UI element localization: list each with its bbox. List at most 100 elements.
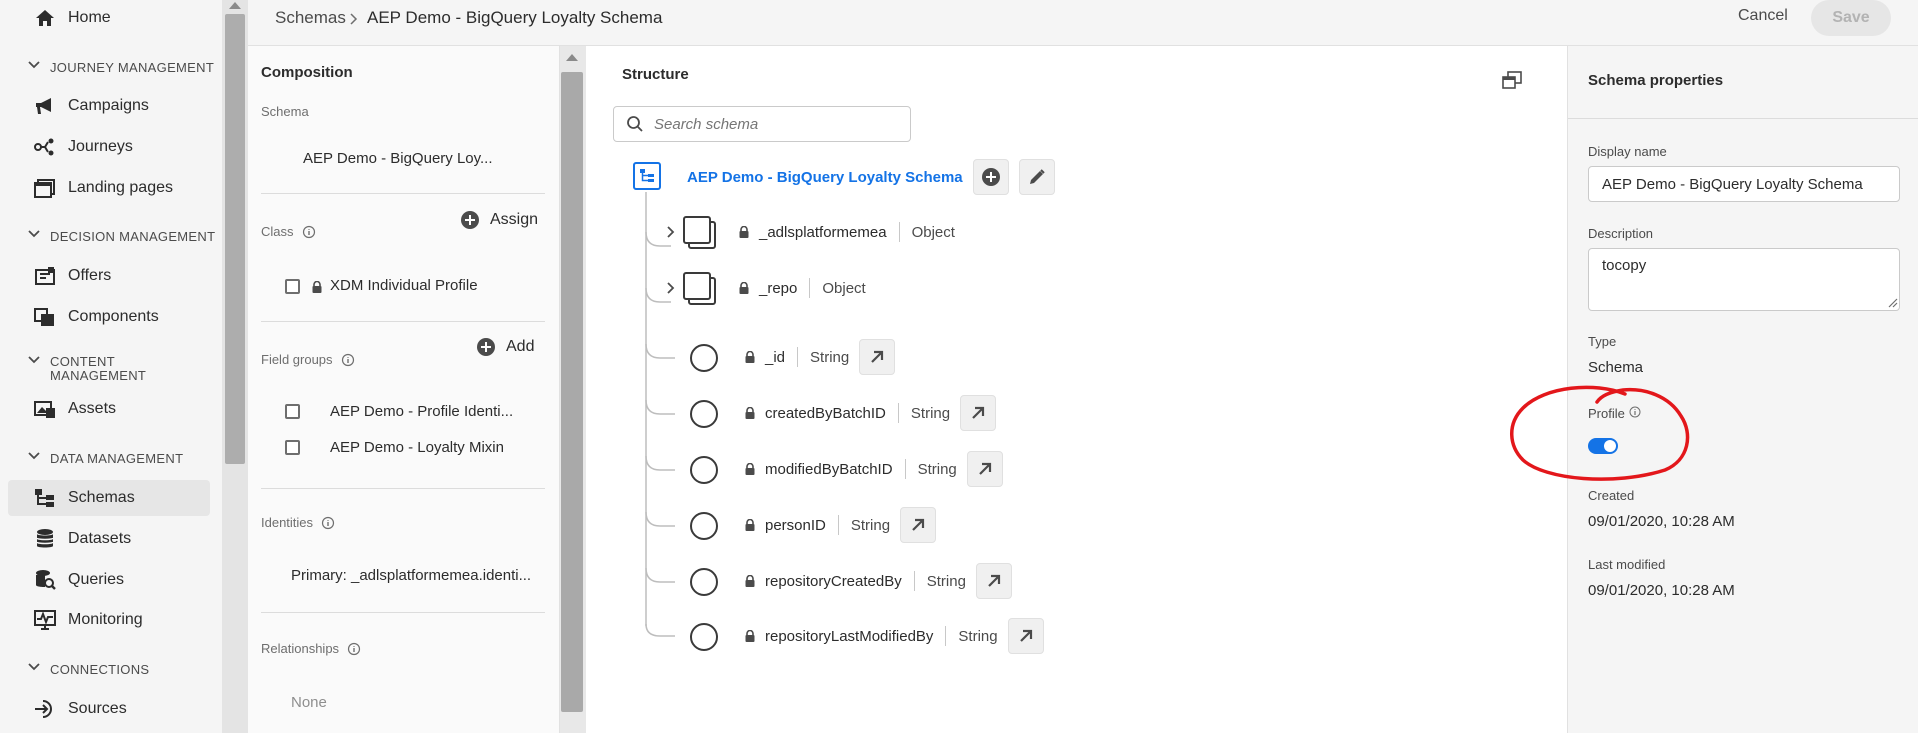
nav-section-content-management[interactable]: CONTENT MANAGEMENT	[28, 355, 146, 383]
navigate-button[interactable]	[900, 507, 937, 543]
composition-scrollbar[interactable]	[560, 46, 586, 733]
schema-root-icon[interactable]	[633, 162, 661, 190]
nav-item-assets[interactable]: Assets	[8, 391, 210, 427]
nav-item-campaigns[interactable]: Campaigns	[8, 88, 210, 124]
last-modified-value: 09/01/2020, 10:28 AM	[1588, 582, 1735, 599]
add-circle-icon	[477, 338, 495, 356]
nav-section-data-management[interactable]: DATA MANAGEMENT	[28, 451, 183, 466]
field-name: _adlsplatformemea	[759, 223, 887, 241]
field-name: modifiedByBatchID	[765, 460, 893, 478]
home-icon	[34, 7, 56, 29]
chevron-down-icon	[28, 663, 40, 671]
field-row[interactable]: personID String	[745, 507, 937, 543]
expand-view-icon[interactable]	[1502, 71, 1522, 89]
nav-item-label: Home	[68, 9, 111, 26]
description-field[interactable]: tocopy	[1588, 248, 1900, 311]
navigate-button[interactable]	[975, 563, 1012, 599]
identities-label: Identities	[261, 515, 335, 530]
identity-primary[interactable]: Primary: _adlsplatformemea.identi...	[291, 567, 531, 584]
lock-icon	[745, 407, 755, 419]
schema-root-row: AEP Demo - BigQuery Loyalty Schema	[687, 159, 1055, 195]
class-checkbox[interactable]	[285, 279, 300, 294]
info-icon[interactable]	[302, 225, 316, 239]
lock-icon	[312, 281, 322, 293]
string-node-icon	[690, 344, 718, 372]
class-name[interactable]: XDM Individual Profile	[330, 277, 478, 294]
navigate-button[interactable]	[859, 339, 896, 375]
field-group-checkbox[interactable]	[285, 404, 300, 419]
field-group-checkbox[interactable]	[285, 440, 300, 455]
nav-item-queries[interactable]: Queries	[8, 562, 210, 598]
field-row[interactable]: repositoryLastModifiedBy String	[745, 618, 1044, 654]
assign-button[interactable]: Assign	[460, 210, 538, 230]
schema-root-name[interactable]: AEP Demo - BigQuery Loyalty Schema	[687, 169, 963, 186]
field-row[interactable]: createdByBatchID String	[745, 395, 997, 431]
scroll-up-arrow-icon[interactable]	[566, 54, 578, 61]
nav-item-components[interactable]: Components	[8, 299, 210, 335]
queries-icon	[34, 569, 56, 591]
field-name: _id	[765, 348, 786, 366]
add-field-button[interactable]	[972, 159, 1009, 195]
navigate-button[interactable]	[966, 451, 1003, 487]
type-label: Type	[1588, 334, 1617, 349]
field-row[interactable]: _repo Object	[739, 278, 866, 298]
expand-chevron-icon[interactable]	[666, 282, 678, 294]
navigate-button[interactable]	[1007, 618, 1044, 654]
arrow-up-right-icon	[1019, 629, 1032, 642]
left-navigation: Home JOURNEY MANAGEMENT Campaigns Journe…	[0, 0, 222, 733]
string-node-icon	[690, 512, 718, 540]
add-field-group-button[interactable]: Add	[476, 337, 534, 357]
nav-section-decision-management[interactable]: DECISION MANAGEMENT	[28, 229, 215, 244]
display-name-label: Display name	[1588, 144, 1667, 159]
field-row[interactable]: _adlsplatformemea Object	[739, 222, 955, 242]
resize-handle-icon[interactable]	[1888, 298, 1898, 308]
add-circle-icon	[981, 168, 1000, 186]
edit-button[interactable]	[1018, 159, 1055, 195]
display-name-field[interactable]	[1588, 166, 1900, 202]
divider	[1568, 118, 1918, 119]
scroll-up-arrow-icon[interactable]	[229, 2, 241, 9]
nav-item-home[interactable]: Home	[8, 0, 210, 36]
nav-section-journey-management[interactable]: JOURNEY MANAGEMENT	[28, 60, 214, 75]
field-type: String	[917, 460, 957, 478]
field-group-item[interactable]: AEP Demo - Loyalty Mixin	[330, 439, 504, 456]
type-value: Schema	[1588, 359, 1644, 376]
nav-item-schemas[interactable]: Schemas	[8, 480, 210, 516]
info-icon[interactable]	[321, 516, 335, 530]
chevron-down-icon	[28, 61, 40, 69]
lock-icon	[739, 226, 749, 238]
field-name: createdByBatchID	[765, 404, 886, 422]
schema-name[interactable]: AEP Demo - BigQuery Loy...	[303, 150, 493, 167]
breadcrumb-schemas[interactable]: Schemas	[275, 8, 346, 28]
annotation-circle	[1510, 385, 1690, 481]
nav-section-connections[interactable]: CONNECTIONS	[28, 662, 149, 677]
nav-item-landing-pages[interactable]: Landing pages	[8, 170, 210, 206]
sources-icon	[34, 698, 56, 720]
expand-chevron-icon[interactable]	[666, 226, 678, 238]
arrow-up-right-icon	[871, 350, 884, 363]
nav-item-monitoring[interactable]: Monitoring	[8, 602, 210, 638]
monitoring-icon	[34, 609, 56, 631]
field-name: repositoryCreatedBy	[765, 572, 902, 590]
landing-page-icon	[34, 177, 56, 199]
info-icon[interactable]	[347, 642, 361, 656]
navigate-button[interactable]	[960, 395, 997, 431]
nav-scrollbar[interactable]	[222, 0, 248, 733]
nav-scrollbar-thumb[interactable]	[225, 14, 245, 464]
nav-item-datasets[interactable]: Datasets	[8, 521, 210, 557]
arrow-up-right-icon	[978, 462, 991, 475]
info-icon[interactable]	[341, 353, 355, 367]
lock-icon	[745, 630, 755, 642]
nav-item-journeys[interactable]: Journeys	[8, 129, 210, 165]
nav-item-offers[interactable]: Offers	[8, 258, 210, 294]
nav-item-sources[interactable]: Sources	[8, 691, 210, 727]
cancel-button[interactable]: Cancel	[1738, 7, 1788, 25]
field-row[interactable]: repositoryCreatedBy String	[745, 563, 1012, 599]
field-group-item[interactable]: AEP Demo - Profile Identi...	[330, 403, 513, 420]
field-row[interactable]: modifiedByBatchID String	[745, 451, 1003, 487]
string-node-icon	[690, 456, 718, 484]
composition-scrollbar-thumb[interactable]	[561, 72, 583, 712]
field-row[interactable]: _id String	[745, 339, 896, 375]
field-name: personID	[765, 516, 826, 534]
save-button[interactable]: Save	[1811, 0, 1891, 36]
